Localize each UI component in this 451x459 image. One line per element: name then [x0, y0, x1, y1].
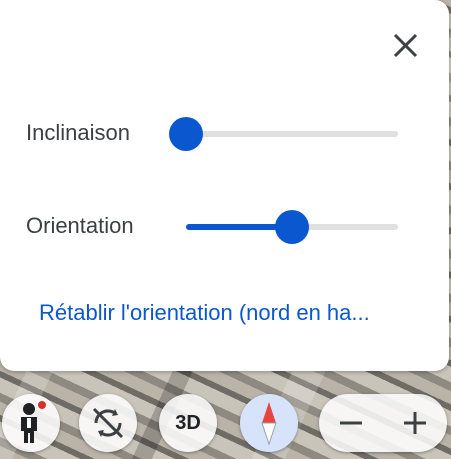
reset-orientation-link[interactable]: Rétablir l'orientation (nord en ha...	[39, 300, 370, 326]
3d-toggle-button[interactable]: 3D	[159, 394, 217, 452]
tilt-orientation-panel: Inclinaison Orientation Rétablir l'orien…	[0, 0, 449, 371]
pegman-button[interactable]	[2, 394, 60, 452]
orientation-slider[interactable]	[186, 210, 398, 244]
rotate-icon	[92, 407, 124, 439]
3d-label: 3D	[175, 411, 201, 434]
close-icon	[393, 33, 418, 58]
tilt-slider-thumb[interactable]	[169, 117, 203, 151]
close-button[interactable]	[388, 30, 422, 64]
plus-icon	[404, 412, 426, 434]
compass-icon	[261, 402, 277, 446]
rotate-map-button[interactable]	[79, 394, 137, 452]
zoom-control	[319, 394, 447, 452]
pegman-icon	[21, 401, 46, 443]
tilt-slider[interactable]	[169, 117, 398, 151]
tilt-label: Inclinaison	[26, 120, 130, 145]
minus-icon	[340, 421, 362, 425]
compass-button[interactable]	[240, 394, 298, 452]
orientation-label: Orientation	[26, 213, 134, 238]
orientation-slider-thumb[interactable]	[275, 210, 309, 244]
zoom-out-button[interactable]	[319, 394, 383, 452]
zoom-in-button[interactable]	[383, 394, 447, 452]
